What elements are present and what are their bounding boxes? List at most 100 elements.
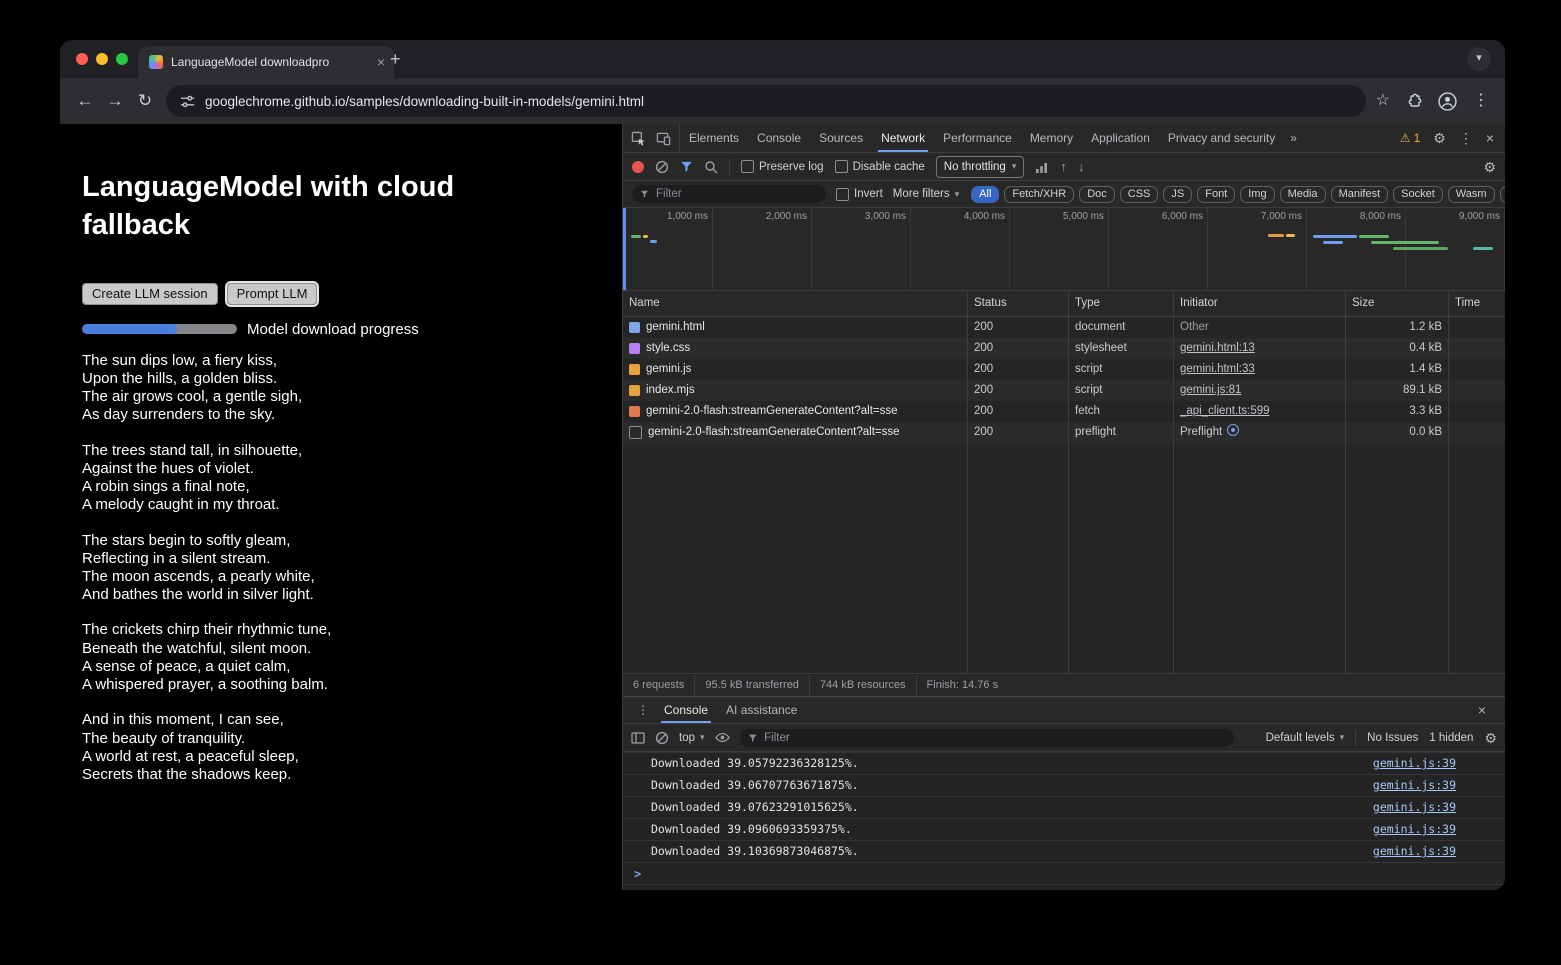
initiator-link[interactable]: _api_client.ts:599	[1180, 405, 1270, 417]
network-conditions-icon[interactable]	[1035, 160, 1049, 174]
record-network-log-button[interactable]	[632, 161, 644, 173]
minimize-window-button[interactable]	[96, 53, 108, 65]
new-tab-button[interactable]: +	[390, 50, 401, 68]
console-source-link[interactable]: gemini.js:39	[1373, 819, 1456, 840]
devtools-tab-console[interactable]: Console	[748, 124, 810, 152]
create-llm-session-button[interactable]: Create LLM session	[82, 283, 218, 305]
tab-search-button[interactable]: ▾	[1467, 47, 1491, 71]
column-header-time[interactable]: Time	[1449, 291, 1505, 316]
site-settings-icon[interactable]	[180, 94, 195, 109]
request-size: 1.4 kB	[1346, 359, 1449, 380]
devtools-tab-sources[interactable]: Sources	[810, 124, 872, 152]
browser-tab[interactable]: LanguageModel downloadpro ×	[138, 46, 394, 78]
console-prompt[interactable]: >	[623, 862, 1505, 885]
export-har-icon[interactable]: ↑	[1060, 159, 1067, 174]
devtools-tab-performance[interactable]: Performance	[934, 124, 1021, 152]
chip-manifest[interactable]: Manifest	[1331, 186, 1389, 203]
maximize-window-button[interactable]	[116, 53, 128, 65]
chip-other[interactable]: Other	[1500, 186, 1505, 203]
chip-wasm[interactable]: Wasm	[1448, 186, 1495, 203]
more-tabs-button[interactable]: »	[1284, 124, 1303, 152]
console-source-link[interactable]: gemini.js:39	[1373, 841, 1456, 862]
chip-socket[interactable]: Socket	[1393, 186, 1443, 203]
console-context-dropdown[interactable]: top▾	[679, 732, 705, 744]
initiator-link[interactable]: gemini.html:33	[1180, 363, 1255, 375]
inspect-element-icon[interactable]	[631, 131, 646, 146]
default-levels-dropdown[interactable]: Default levels▾	[1266, 732, 1345, 744]
preflight-info-icon[interactable]	[1227, 424, 1239, 436]
column-header-initiator[interactable]: Initiator	[1174, 291, 1346, 316]
chip-media[interactable]: Media	[1280, 186, 1326, 203]
reload-button[interactable]: ↻	[130, 86, 160, 116]
drawer-tab-console[interactable]: Console	[655, 697, 717, 723]
initiator-link[interactable]: gemini.js:81	[1180, 384, 1241, 396]
chip-font[interactable]: Font	[1197, 186, 1235, 203]
timeline-window-handle-left[interactable]	[623, 208, 626, 290]
no-issues-label[interactable]: No Issues	[1367, 732, 1418, 744]
network-request-row[interactable]: gemini.js 200 script gemini.html:33 1.4 …	[623, 359, 1505, 380]
prompt-llm-button[interactable]: Prompt LLM	[227, 283, 318, 305]
console-source-link[interactable]: gemini.js:39	[1373, 797, 1456, 818]
network-request-row[interactable]: gemini-2.0-flash:streamGenerateContent?a…	[623, 401, 1505, 422]
throttling-dropdown[interactable]: No throttling ▾	[936, 156, 1025, 178]
issues-warning-button[interactable]: ⚠1	[1400, 131, 1420, 145]
browser-menu-icon[interactable]: ⋮	[1473, 93, 1489, 109]
chip-js[interactable]: JS	[1163, 186, 1192, 203]
devtools-close-icon[interactable]: ×	[1486, 131, 1494, 145]
network-request-row[interactable]: index.mjs 200 script gemini.js:81 89.1 k…	[623, 380, 1505, 401]
console-filter-input[interactable]	[762, 731, 1225, 745]
console-sidebar-icon[interactable]	[631, 731, 645, 745]
close-window-button[interactable]	[76, 53, 88, 65]
extensions-icon[interactable]	[1406, 93, 1422, 109]
chip-fetch-xhr[interactable]: Fetch/XHR	[1004, 186, 1074, 203]
devtools-tab-application[interactable]: Application	[1082, 124, 1159, 152]
column-header-name[interactable]: Name	[623, 291, 968, 316]
column-header-size[interactable]: Size	[1346, 291, 1449, 316]
live-expression-eye-icon[interactable]	[715, 730, 730, 745]
column-header-status[interactable]: Status	[968, 291, 1069, 316]
network-settings-icon[interactable]: ⚙	[1483, 160, 1496, 174]
column-header-type[interactable]: Type	[1069, 291, 1174, 316]
bookmark-star-icon[interactable]: ☆	[1376, 93, 1390, 109]
network-request-row[interactable]: gemini.html 200 document Other 1.2 kB 28…	[623, 317, 1505, 338]
clear-console-icon[interactable]	[655, 731, 669, 745]
drawer-tab-ai-assistance[interactable]: AI assistance	[717, 697, 806, 723]
import-har-icon[interactable]: ↓	[1078, 159, 1085, 174]
network-filter-icon[interactable]	[680, 160, 693, 173]
network-request-row[interactable]: style.css 200 stylesheet gemini.html:13 …	[623, 338, 1505, 359]
chip-all[interactable]: All	[971, 186, 999, 203]
devtools-tab-memory[interactable]: Memory	[1021, 124, 1082, 152]
clear-network-log-icon[interactable]	[655, 160, 669, 174]
initiator-link[interactable]: gemini.html:13	[1180, 342, 1255, 354]
chip-doc[interactable]: Doc	[1079, 186, 1115, 203]
network-filter-input[interactable]	[654, 187, 818, 201]
network-overview-timeline[interactable]: 1,000 ms 2,000 ms 3,000 ms 4,000 ms 5,00…	[623, 208, 1505, 291]
devtools-tab-privacy[interactable]: Privacy and security	[1159, 124, 1284, 152]
device-toolbar-icon[interactable]	[656, 131, 671, 146]
preserve-log-checkbox[interactable]: Preserve log	[741, 160, 824, 173]
address-bar[interactable]: googlechrome.github.io/samples/downloadi…	[166, 85, 1366, 117]
network-search-icon[interactable]	[704, 160, 718, 174]
hidden-messages-label[interactable]: 1 hidden	[1429, 732, 1473, 744]
devtools-settings-icon[interactable]: ⚙	[1433, 131, 1446, 145]
timeline-activity	[1323, 241, 1343, 244]
invert-filter-checkbox[interactable]: Invert	[836, 188, 883, 201]
forward-button[interactable]: →	[100, 86, 130, 116]
chip-css[interactable]: CSS	[1120, 186, 1159, 203]
devtools-tab-network[interactable]: Network	[872, 124, 934, 152]
console-toolbar: top▾ Default levels▾ No Issu	[623, 724, 1505, 752]
more-filters-dropdown[interactable]: More filters▾	[893, 188, 959, 200]
back-button[interactable]: ←	[70, 86, 100, 116]
chip-img[interactable]: Img	[1240, 186, 1274, 203]
drawer-close-icon[interactable]: ×	[1478, 703, 1486, 717]
console-source-link[interactable]: gemini.js:39	[1373, 775, 1456, 796]
tab-close-icon[interactable]: ×	[377, 55, 385, 69]
console-source-link[interactable]: gemini.js:39	[1373, 753, 1456, 774]
drawer-menu-icon[interactable]: ⋮	[631, 697, 655, 723]
devtools-menu-icon[interactable]: ⋮	[1459, 131, 1473, 145]
devtools-tab-elements[interactable]: Elements	[680, 124, 748, 152]
console-settings-icon[interactable]: ⚙	[1484, 731, 1497, 745]
profile-avatar-icon[interactable]	[1438, 92, 1457, 111]
network-request-row[interactable]: gemini-2.0-flash:streamGenerateContent?a…	[623, 422, 1505, 443]
disable-cache-checkbox[interactable]: Disable cache	[835, 160, 925, 173]
